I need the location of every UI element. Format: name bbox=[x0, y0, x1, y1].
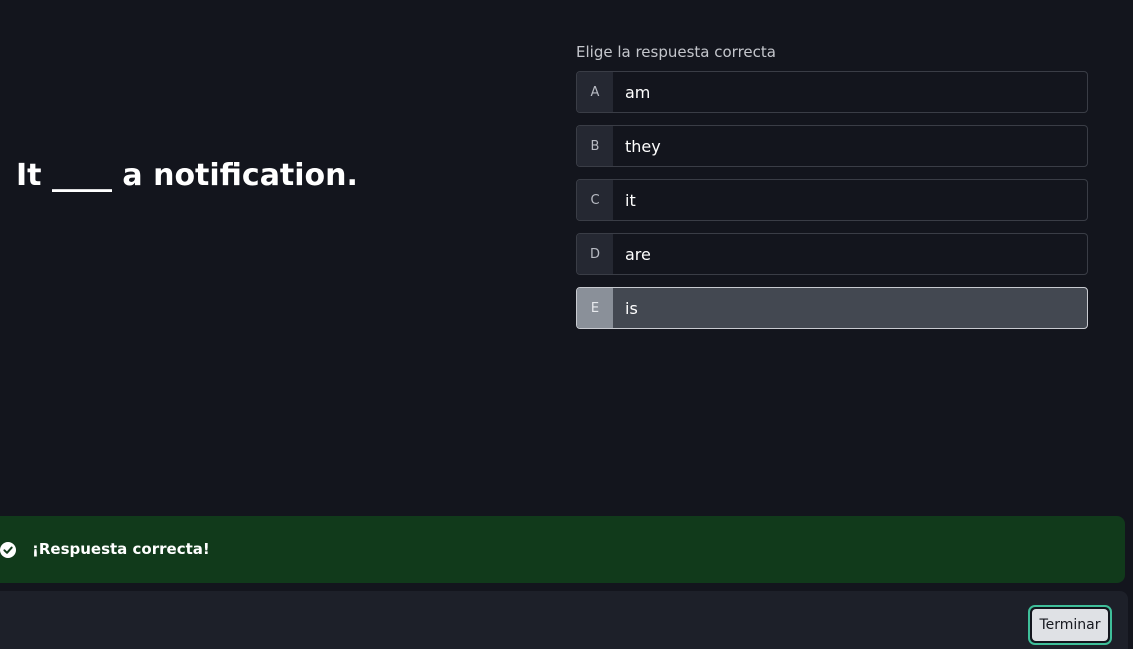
option-text: they bbox=[625, 136, 661, 156]
option-text: it bbox=[625, 190, 636, 210]
option-c[interactable]: C it bbox=[576, 179, 1088, 221]
option-d[interactable]: D are bbox=[576, 233, 1088, 275]
option-letter: D bbox=[577, 234, 613, 274]
feedback-banner: ¡Respuesta correcta! bbox=[0, 516, 1125, 583]
answer-options: A am B they C it D are E is bbox=[576, 71, 1088, 341]
option-a[interactable]: A am bbox=[576, 71, 1088, 113]
option-e[interactable]: E is bbox=[576, 287, 1088, 329]
feedback-message: ¡Respuesta correcta! bbox=[32, 540, 210, 558]
question-text: It ____ a notification. bbox=[16, 158, 358, 193]
option-letter: B bbox=[577, 126, 613, 166]
option-text: is bbox=[625, 298, 638, 318]
finish-button-label: Terminar bbox=[1032, 609, 1108, 641]
option-letter: A bbox=[577, 72, 613, 112]
answer-prompt: Elige la respuesta correcta bbox=[576, 43, 776, 61]
option-letter: E bbox=[577, 288, 613, 328]
option-b[interactable]: B they bbox=[576, 125, 1088, 167]
option-letter: C bbox=[577, 180, 613, 220]
option-text: are bbox=[625, 244, 651, 264]
quiz-screen: It ____ a notification. Elige la respues… bbox=[0, 0, 1133, 649]
check-circle-icon bbox=[0, 542, 16, 558]
finish-button[interactable]: Terminar bbox=[1028, 605, 1112, 645]
footer-bar bbox=[0, 591, 1128, 649]
option-text: am bbox=[625, 82, 651, 102]
